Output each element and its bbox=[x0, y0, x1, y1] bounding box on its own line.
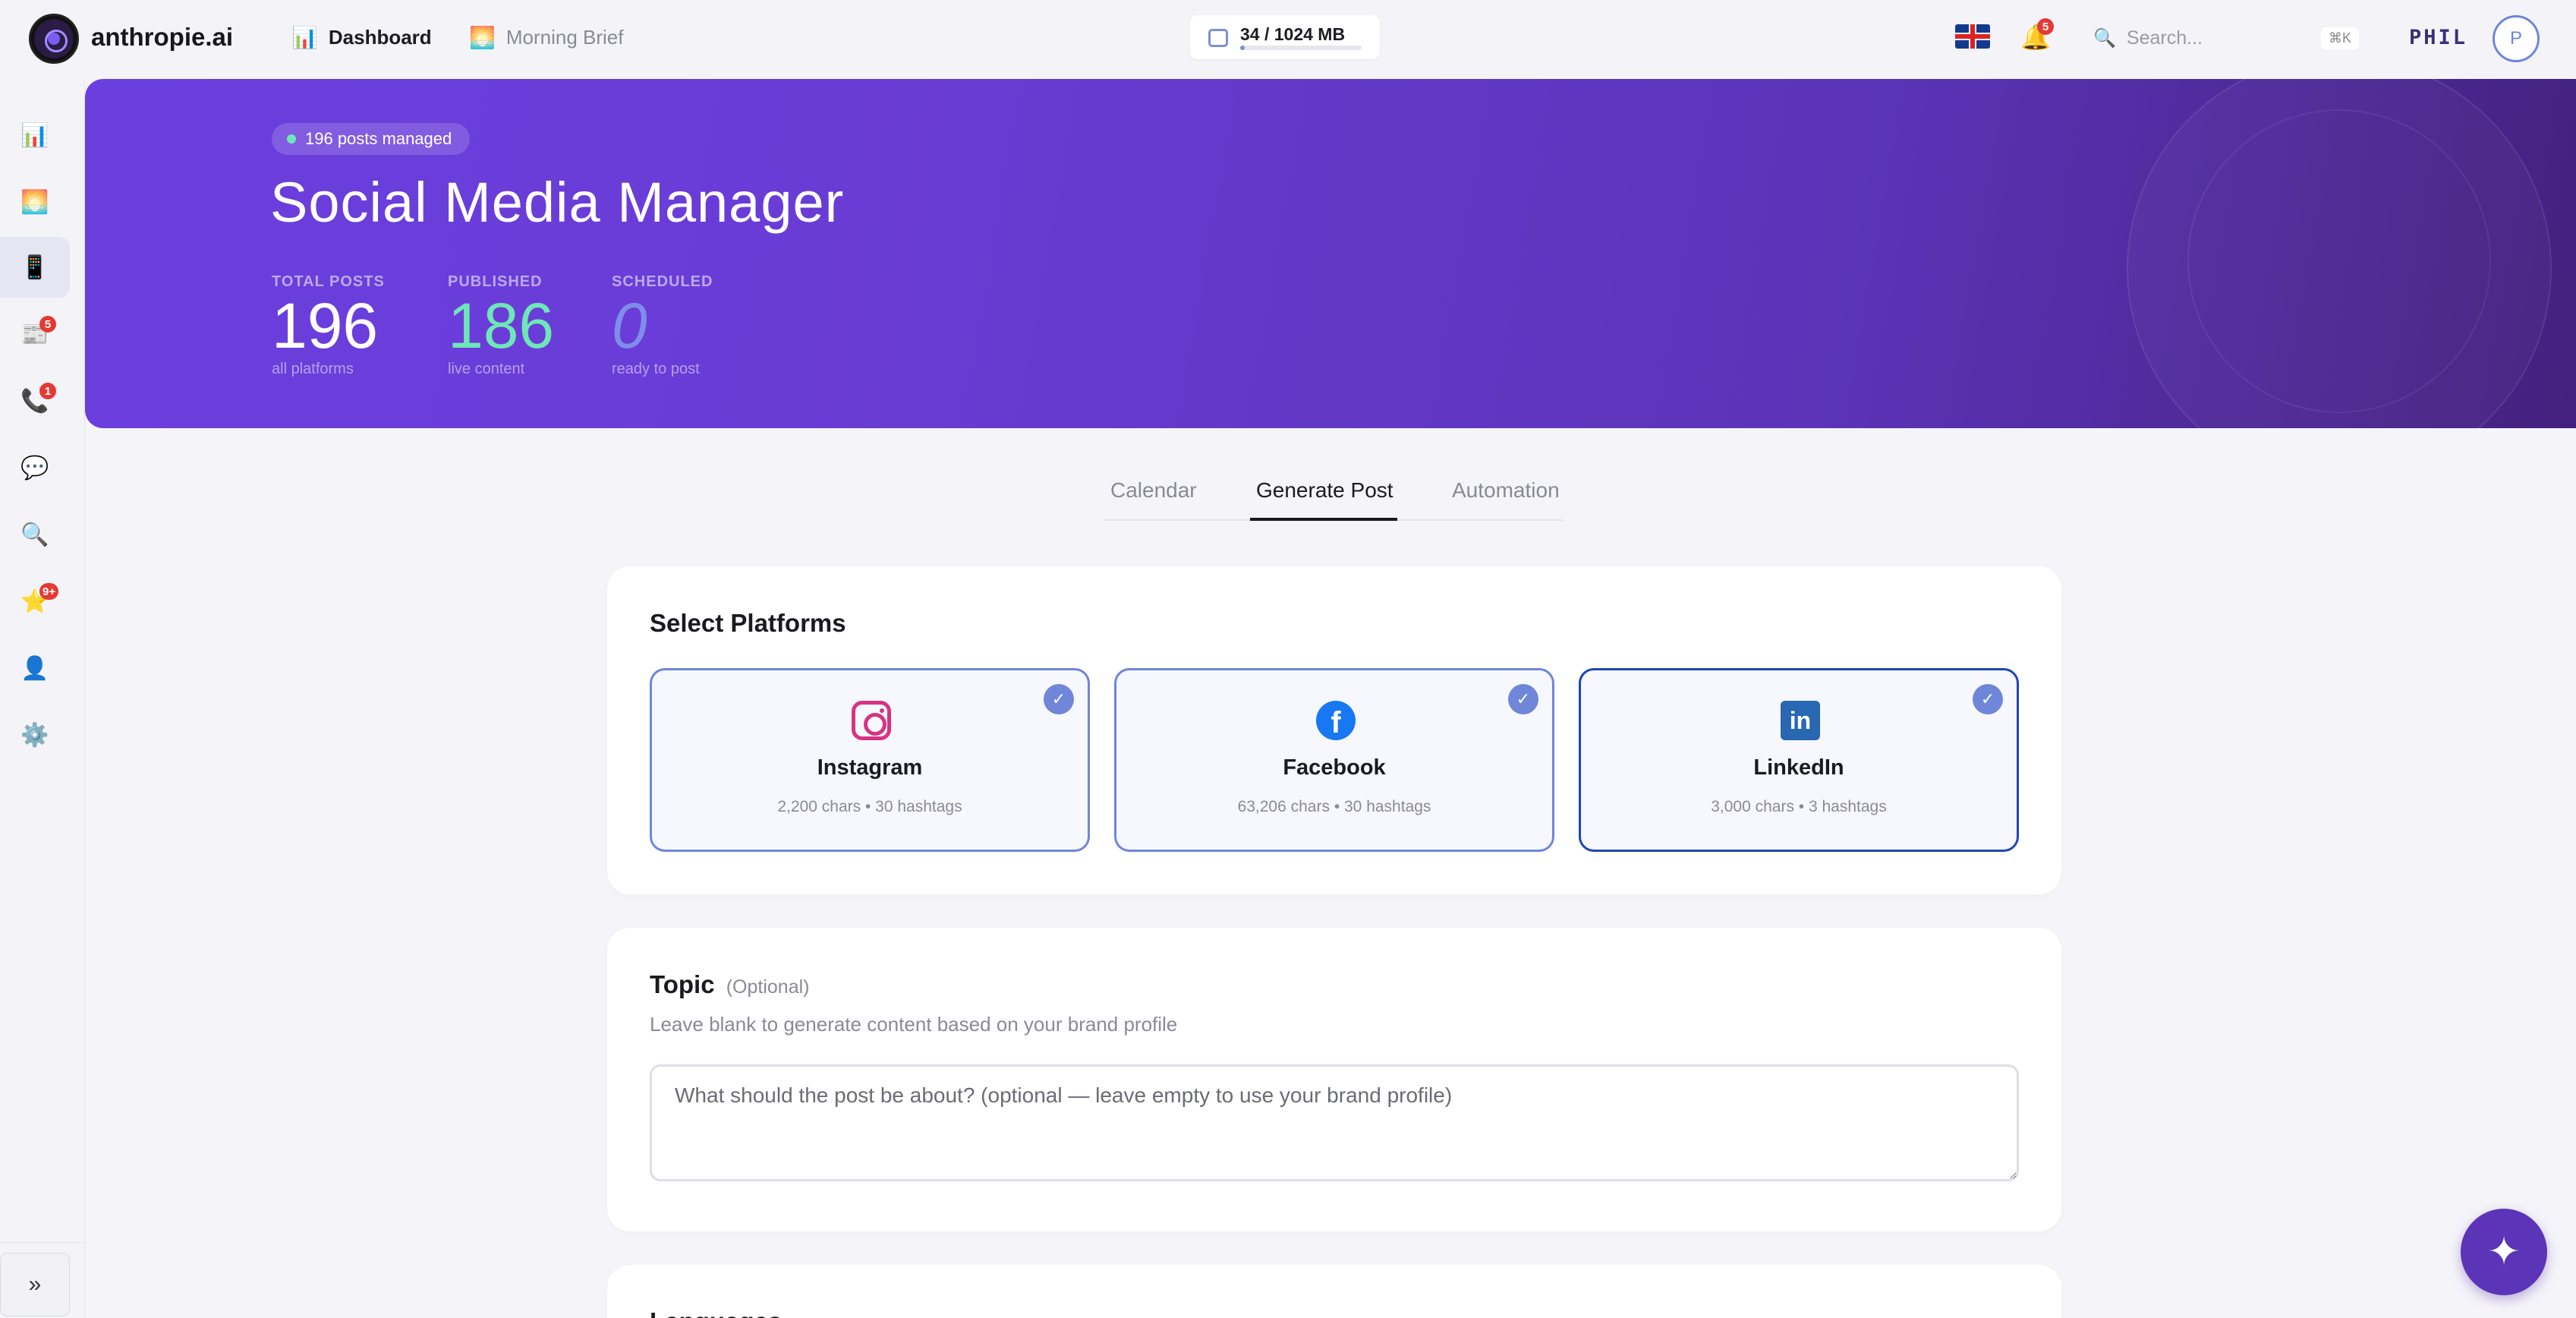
sidebar-item-news[interactable]: 📰 5 bbox=[0, 304, 70, 364]
linkedin-icon: in bbox=[1781, 701, 1820, 740]
platform-limits: 2,200 chars • 30 hashtags bbox=[777, 798, 962, 815]
stat-value: 196 bbox=[272, 290, 379, 361]
sidebar-item-calls[interactable]: 📞 1 bbox=[0, 370, 70, 431]
uk-flag-icon[interactable] bbox=[1955, 24, 1990, 49]
sidebar: 📊 🌅 📱 📰 5 📞 1 💬 🔍 ⭐ 9+ 👤 ⚙️ bbox=[0, 79, 85, 1318]
search-input[interactable]: Search... bbox=[2127, 27, 2310, 49]
platform-linkedin[interactable]: ✓ in LinkedIn 3,000 chars • 3 hashtags bbox=[1579, 668, 2019, 852]
avatar[interactable]: P bbox=[2493, 15, 2540, 62]
topic-title: Topic bbox=[650, 970, 715, 998]
sidebar-item-favorites[interactable]: ⭐ 9+ bbox=[0, 571, 70, 632]
topic-optional-label: (Optional) bbox=[726, 976, 810, 998]
stat-total-posts: TOTAL POSTS 196 all platforms bbox=[272, 273, 385, 378]
sidebar-item-profile[interactable]: 👤 bbox=[0, 638, 70, 698]
topic-input[interactable] bbox=[650, 1064, 2019, 1181]
search-bar[interactable]: 🔍 Search... ⌘K bbox=[2093, 24, 2359, 52]
languages-card: Languages bbox=[607, 1265, 2061, 1318]
favorites-badge: 9+ bbox=[39, 583, 59, 600]
top-bar: anthropie.ai 📊 Dashboard 🌅 Morning Brief… bbox=[0, 0, 2576, 79]
nav-dashboard-label: Dashboard bbox=[328, 26, 432, 49]
stat-label: PUBLISHED bbox=[448, 273, 543, 290]
sunrise-icon: 🌅 bbox=[20, 189, 49, 215]
magnifier-icon: 🔍 bbox=[20, 522, 49, 547]
check-icon: ✓ bbox=[1508, 684, 1538, 714]
topic-heading: Topic (Optional) bbox=[650, 970, 809, 999]
sparkle-icon: ✦ bbox=[2487, 1230, 2521, 1274]
select-platforms-card: Select Platforms ✓ Instagram 2,200 chars… bbox=[607, 566, 2061, 894]
posts-managed-pill: 196 posts managed bbox=[272, 123, 471, 155]
chat-bubble-icon: 💬 bbox=[20, 455, 49, 481]
notifications-button[interactable]: 🔔 5 bbox=[2020, 18, 2054, 52]
stat-value: 186 bbox=[448, 290, 555, 361]
platform-facebook[interactable]: ✓ f Facebook 63,206 chars • 30 hashtags bbox=[1114, 668, 1554, 852]
storage-bar bbox=[1240, 46, 1362, 50]
sidebar-divider bbox=[0, 1242, 85, 1243]
page-title: Social Media Manager bbox=[270, 171, 845, 234]
logo-icon[interactable] bbox=[29, 14, 79, 64]
hero-banner: 196 posts managed Social Media Manager T… bbox=[85, 79, 2576, 428]
app-title[interactable]: anthropie.ai bbox=[91, 23, 233, 52]
section-title: Select Platforms bbox=[650, 609, 846, 637]
sidebar-item-brief[interactable]: 🌅 bbox=[0, 172, 70, 232]
news-badge: 5 bbox=[39, 316, 56, 333]
active-tab-indicator bbox=[1250, 518, 1397, 521]
bar-chart-icon: 📊 bbox=[20, 122, 49, 148]
platform-instagram[interactable]: ✓ Instagram 2,200 chars • 30 hashtags bbox=[650, 668, 1090, 852]
calls-badge: 1 bbox=[39, 383, 56, 399]
platform-name: Instagram bbox=[817, 755, 923, 780]
topic-card: Topic (Optional) Leave blank to generate… bbox=[607, 928, 2061, 1231]
check-icon: ✓ bbox=[1973, 684, 2003, 714]
sidebar-item-analytics[interactable]: 📊 bbox=[0, 105, 70, 166]
tab-calendar[interactable]: Calendar bbox=[1110, 478, 1197, 503]
platform-limits: 63,206 chars • 30 hashtags bbox=[1237, 798, 1431, 815]
ai-assistant-button[interactable]: ✦ bbox=[2461, 1209, 2547, 1295]
nav-dashboard[interactable]: 📊 Dashboard bbox=[291, 25, 432, 50]
section-title: Languages bbox=[650, 1307, 782, 1318]
platform-name: LinkedIn bbox=[1753, 755, 1844, 780]
stat-sub: live content bbox=[448, 361, 525, 377]
phone-icon: 📱 bbox=[20, 254, 49, 280]
notifications-badge: 5 bbox=[2037, 18, 2054, 35]
tab-bar: Calendar Generate Post Automation bbox=[1104, 465, 1563, 521]
stat-label: TOTAL POSTS bbox=[272, 273, 385, 290]
user-name[interactable]: PHIL bbox=[2409, 26, 2467, 49]
gear-icon: ⚙️ bbox=[20, 722, 49, 748]
facebook-icon: f bbox=[1316, 701, 1356, 740]
stat-published: PUBLISHED 186 live content bbox=[448, 273, 554, 378]
stat-scheduled: SCHEDULED 0 ready to post bbox=[612, 273, 713, 378]
search-icon: 🔍 bbox=[2093, 27, 2116, 49]
sidebar-item-settings[interactable]: ⚙️ bbox=[0, 705, 70, 765]
bar-chart-icon: 📊 bbox=[291, 26, 318, 49]
instagram-icon bbox=[852, 701, 891, 740]
tab-automation[interactable]: Automation bbox=[1452, 478, 1560, 503]
platform-limits: 3,000 chars • 3 hashtags bbox=[1711, 798, 1887, 815]
sunrise-icon: 🌅 bbox=[469, 26, 496, 49]
decorative-ring bbox=[2187, 109, 2491, 413]
platform-name: Facebook bbox=[1283, 755, 1386, 780]
storage-indicator[interactable]: 34 / 1024 MB bbox=[1190, 15, 1380, 59]
storage-bar-fill bbox=[1240, 46, 1245, 50]
storage-label: 34 / 1024 MB bbox=[1240, 24, 1346, 44]
stat-sub: all platforms bbox=[272, 361, 354, 377]
sidebar-expand-button[interactable]: » bbox=[0, 1253, 70, 1316]
sidebar-item-social[interactable]: 📱 bbox=[0, 237, 70, 298]
stat-label: SCHEDULED bbox=[612, 273, 713, 290]
stat-sub: ready to post bbox=[612, 361, 700, 377]
sidebar-item-search[interactable]: 🔍 bbox=[0, 504, 70, 565]
nav-morning-brief[interactable]: 🌅 Morning Brief bbox=[469, 25, 624, 50]
disk-icon bbox=[1208, 29, 1228, 47]
topic-help-text: Leave blank to generate content based on… bbox=[650, 1013, 1178, 1036]
check-icon: ✓ bbox=[1044, 684, 1074, 714]
nav-morning-brief-label: Morning Brief bbox=[505, 26, 624, 49]
search-shortcut: ⌘K bbox=[2320, 27, 2359, 49]
tab-generate-post[interactable]: Generate Post bbox=[1256, 478, 1393, 503]
sidebar-item-chat[interactable]: 💬 bbox=[0, 437, 70, 498]
stat-value: 0 bbox=[612, 290, 647, 361]
user-icon: 👤 bbox=[20, 655, 49, 681]
